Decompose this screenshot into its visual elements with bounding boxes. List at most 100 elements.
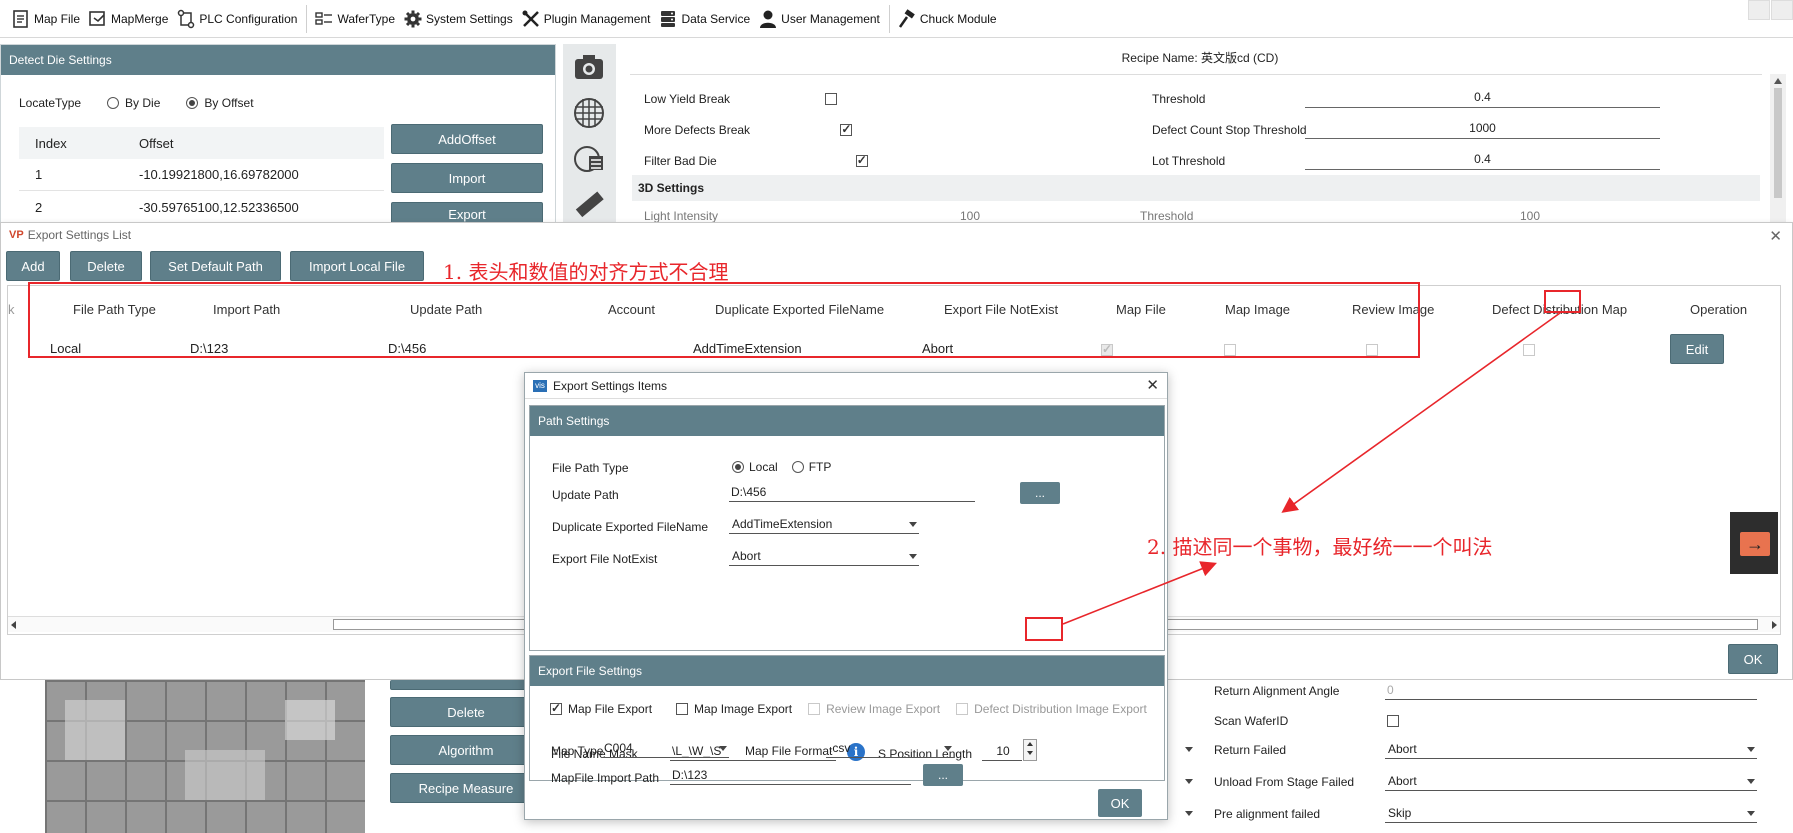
light-intensity-value: 100 [960, 209, 981, 223]
scroll-thumb[interactable] [1774, 88, 1782, 198]
map-type-dropdown[interactable]: C004 [601, 740, 729, 758]
defect-count-threshold-field[interactable]: 1000 [1305, 121, 1660, 139]
by-offset-radio[interactable] [186, 97, 199, 109]
hammer-icon [898, 8, 915, 28]
table-row[interactable]: 2 -30.59765100,12.52336500 [19, 191, 384, 223]
ok-button[interactable]: OK [1728, 644, 1778, 674]
map-type-label: Map Type [551, 744, 604, 758]
toolbar-label: Map File [34, 11, 81, 26]
toolbar-separator [306, 4, 308, 33]
maximize-button[interactable] [1771, 0, 1793, 20]
toolbar-chuck-module[interactable]: Chuck Module [894, 0, 1002, 38]
section-title: Path Settings [530, 406, 1164, 436]
scroll-left-icon[interactable] [11, 621, 16, 629]
app-vis-icon: vis [533, 379, 547, 392]
threshold-field[interactable]: 0.4 [1305, 90, 1660, 108]
dropdown-value: Abort [1388, 774, 1417, 788]
filter-bad-die-checkbox[interactable] [855, 153, 868, 167]
defect-count-threshold-label: Defect Count Stop Threshold [1152, 123, 1307, 137]
toolbar-wafer-type[interactable]: WaferType [311, 0, 400, 38]
s-position-stepper[interactable] [1023, 739, 1037, 761]
partial-dropdown[interactable] [1170, 773, 1195, 791]
update-path-field[interactable]: D:\456 [729, 484, 975, 502]
add-offset-button[interactable]: AddOffset [391, 124, 543, 154]
browse-button[interactable]: ... [1020, 482, 1060, 504]
3d-threshold-label: Threshold [1140, 209, 1194, 223]
dialog-title-bar: vis Export Settings Items [525, 373, 1167, 399]
lot-threshold-field[interactable]: 0.4 [1305, 152, 1660, 170]
dialog-ok-button[interactable]: OK [1098, 789, 1142, 817]
ftp-radio[interactable] [791, 461, 804, 473]
unload-failed-label: Unload From Stage Failed [1214, 775, 1355, 789]
window-title: Export Settings List [27, 228, 132, 242]
map-file-icon [13, 9, 28, 28]
import-local-file-button[interactable]: Import Local File [290, 251, 424, 281]
scroll-right-icon[interactable] [1772, 621, 1777, 629]
return-alignment-label: Return Alignment Angle [1214, 684, 1340, 698]
close-icon[interactable]: ✕ [1146, 376, 1159, 394]
recipe-scrollbar[interactable] [1770, 74, 1786, 222]
user-icon [760, 10, 777, 28]
wafer-grid-icon[interactable] [572, 96, 606, 130]
delete-button-bottom[interactable]: Delete [390, 697, 542, 727]
path-settings-section: Path Settings File Path Type Local FTP U… [529, 405, 1165, 651]
map-format-dropdown[interactable]: .csv [826, 740, 954, 758]
local-radio[interactable] [732, 461, 744, 473]
recipe-measure-button[interactable]: Recipe Measure [390, 773, 542, 803]
edit-button[interactable]: Edit [1670, 334, 1724, 364]
mapfile-import-field[interactable]: D:\123 [670, 767, 911, 785]
stepper-down-icon[interactable] [1027, 751, 1033, 755]
toolbar-user-management[interactable]: User Management [755, 0, 885, 38]
side-icon-strip [563, 44, 616, 226]
delete-button[interactable]: Delete [70, 251, 142, 281]
s-position-length-field[interactable]: 10 [982, 743, 1022, 761]
more-defects-break-checkbox[interactable] [840, 122, 853, 136]
not-exist-dropdown[interactable]: Abort [729, 548, 919, 566]
annotation-box-header-row [28, 282, 1420, 358]
partial-dropdown[interactable] [1170, 805, 1195, 823]
wafer-list-icon[interactable] [572, 142, 606, 176]
chevron-down-icon [909, 554, 917, 559]
partial-button[interactable] [390, 680, 542, 690]
import-button[interactable]: Import [391, 163, 543, 193]
low-yield-break-checkbox[interactable] [825, 93, 837, 105]
add-button[interactable]: Add [6, 251, 60, 281]
algorithm-button[interactable]: Algorithm [390, 735, 542, 765]
toolbar-plc-configuration[interactable]: PLC Configuration [173, 0, 302, 38]
cell-defect-map-checkbox [1523, 344, 1536, 356]
toolbar-system-settings[interactable]: System Settings [400, 0, 518, 38]
close-icon[interactable]: ✕ [1769, 227, 1782, 245]
camera-icon[interactable] [572, 50, 606, 84]
map-format-label: Map File Format [745, 744, 833, 758]
toolbar-map-file[interactable]: Map File [8, 0, 85, 38]
toolbar-map-merge[interactable]: MapMerge [85, 0, 173, 38]
prealign-failed-dropdown[interactable]: Skip [1385, 805, 1757, 823]
return-failed-dropdown[interactable]: Abort [1385, 741, 1757, 759]
mapfile-browse-button[interactable]: ... [923, 764, 963, 786]
detect-die-panel: Detect Die Settings LocateType By Die By… [0, 44, 556, 226]
toolbar-data-service[interactable]: Data Service [655, 0, 755, 38]
duplicate-dropdown[interactable]: AddTimeExtension [729, 516, 919, 534]
partial-dropdown[interactable] [1170, 741, 1195, 759]
toolbar-label: WaferType [337, 11, 396, 26]
chevron-down-icon [719, 746, 727, 751]
toolbar-label: System Settings [426, 11, 513, 26]
minimize-button[interactable] [1748, 0, 1770, 20]
stepper-up-icon[interactable] [1027, 742, 1033, 746]
lot-threshold-label: Lot Threshold [1152, 154, 1226, 168]
col-header-operation: Operation [1690, 302, 1748, 317]
mapfile-import-label: MapFile Import Path [551, 771, 660, 785]
dropdown-value: Skip [1388, 806, 1412, 820]
table-row[interactable]: 1 -10.19921800,16.69782000 [19, 159, 384, 191]
unload-failed-dropdown[interactable]: Abort [1385, 773, 1757, 791]
ruler-icon[interactable] [572, 188, 606, 222]
side-dock-tab[interactable]: → [1730, 512, 1778, 574]
toolbar-plugin-management[interactable]: Plugin Management [518, 0, 656, 38]
set-default-path-button[interactable]: Set Default Path [150, 251, 281, 281]
scan-wafer-checkbox[interactable] [1387, 715, 1399, 727]
local-label: Local [749, 460, 778, 474]
return-alignment-field[interactable]: 0 [1385, 682, 1757, 700]
by-offset-label: By Offset [204, 96, 254, 110]
panel-title: Detect Die Settings [1, 45, 555, 75]
by-die-radio[interactable] [107, 97, 120, 109]
